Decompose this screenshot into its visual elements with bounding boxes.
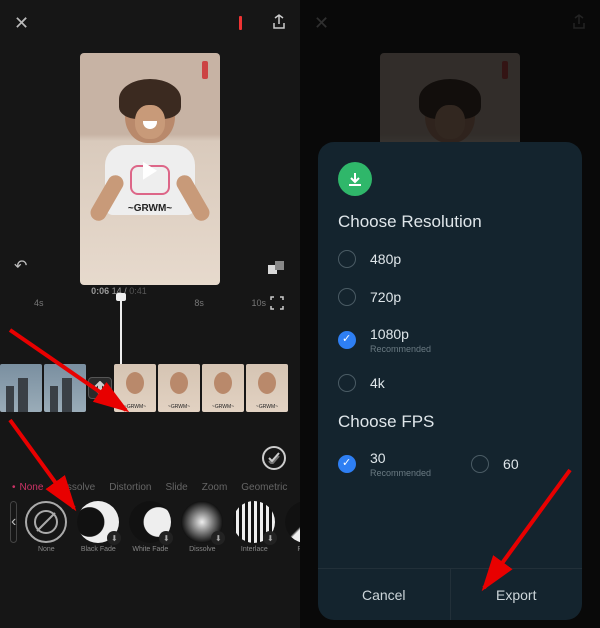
cat-none[interactable]: None: [20, 482, 44, 493]
fps-30[interactable]: 30 Recommended: [338, 450, 431, 478]
undo-icon[interactable]: ↶: [14, 256, 27, 276]
radio-checked-icon: [338, 331, 356, 349]
transition-button[interactable]: [88, 377, 112, 399]
effect-categories: • None Dissolve Distortion Slide Zoom Ge…: [0, 482, 300, 493]
cat-dissolve[interactable]: Dissolve: [57, 482, 95, 493]
export-button[interactable]: Export: [450, 569, 583, 620]
cat-slide[interactable]: Slide: [165, 482, 187, 493]
video-caption: ~GRWM~: [128, 203, 172, 214]
cat-zoom[interactable]: Zoom: [202, 482, 228, 493]
fx-dissolve[interactable]: Dissolve: [179, 501, 225, 553]
radio-checked-icon: [338, 455, 356, 473]
radio-icon: [338, 250, 356, 268]
close-icon[interactable]: ✕: [14, 13, 29, 34]
preview-stage: ~GRWM~ ↶: [0, 46, 300, 292]
cat-geometric[interactable]: Geometric: [241, 482, 287, 493]
top-bar: ✕: [0, 0, 300, 46]
share-icon[interactable]: [272, 14, 286, 33]
export-sheet: Choose Resolution 480p 720p 1080p Recomm…: [318, 142, 582, 620]
export-screen: ✕ Choose Resolution 480p 720p 1080p Reco…: [300, 0, 600, 628]
clip-1[interactable]: [0, 364, 42, 412]
radio-icon: [471, 455, 489, 473]
clip-2b[interactable]: ~GRWM~: [158, 364, 200, 412]
clip-2[interactable]: ~GRWM~: [114, 364, 156, 412]
fps-60[interactable]: 60: [471, 450, 519, 478]
editor-screen: ✕ ~GRWM~ ↶ 4s: [0, 0, 300, 628]
layers-icon[interactable]: [268, 261, 284, 275]
clip-2d[interactable]: ~GRWM~: [246, 364, 288, 412]
clip-2c[interactable]: ~GRWM~: [202, 364, 244, 412]
preview-video[interactable]: ~GRWM~: [80, 53, 220, 285]
fx-interlace[interactable]: Interlace: [231, 501, 277, 553]
fx-none[interactable]: None: [23, 501, 69, 553]
play-icon[interactable]: [143, 162, 157, 180]
clip-1b[interactable]: [44, 364, 86, 412]
fx-white-fade[interactable]: White Fade: [127, 501, 173, 553]
download-icon: [338, 162, 372, 196]
time-ruler: 4s 0:06 14 / 0:41 8s 10s: [0, 298, 300, 308]
res-480p[interactable]: 480p: [338, 250, 562, 268]
record-indicator: [239, 16, 242, 30]
tick-4s: 4s: [34, 298, 44, 308]
fx-black-fade[interactable]: Black Fade: [75, 501, 121, 553]
tick-10s: 10s: [251, 298, 266, 308]
scroll-left-icon[interactable]: ‹: [10, 501, 17, 543]
resolution-heading: Choose Resolution: [338, 212, 562, 232]
cancel-button[interactable]: Cancel: [318, 569, 450, 620]
res-1080p[interactable]: 1080p Recommended: [338, 326, 562, 354]
tick-8s: 8s: [194, 298, 204, 308]
radio-icon: [338, 374, 356, 392]
sheet-buttons: Cancel Export: [318, 568, 582, 620]
res-720p[interactable]: 720p: [338, 288, 562, 306]
apply-all-button[interactable]: [262, 446, 286, 470]
clip-track[interactable]: ~GRWM~ ~GRWM~ ~GRWM~ ~GRWM~: [0, 364, 300, 412]
cat-distortion[interactable]: Distortion: [109, 482, 151, 493]
radio-icon: [338, 288, 356, 306]
effect-list: ‹ None Black Fade White Fade Dissolve In…: [0, 493, 300, 553]
fx-prism[interactable]: Prism: [283, 501, 300, 553]
fps-heading: Choose FPS: [338, 412, 562, 432]
res-4k[interactable]: 4k: [338, 374, 562, 392]
effects-panel: • None Dissolve Distortion Slide Zoom Ge…: [0, 442, 300, 628]
timeline[interactable]: 4s 0:06 14 / 0:41 8s 10s ~GRWM~ ~GRWM~ ~…: [0, 292, 300, 442]
active-dot: •: [12, 482, 16, 493]
